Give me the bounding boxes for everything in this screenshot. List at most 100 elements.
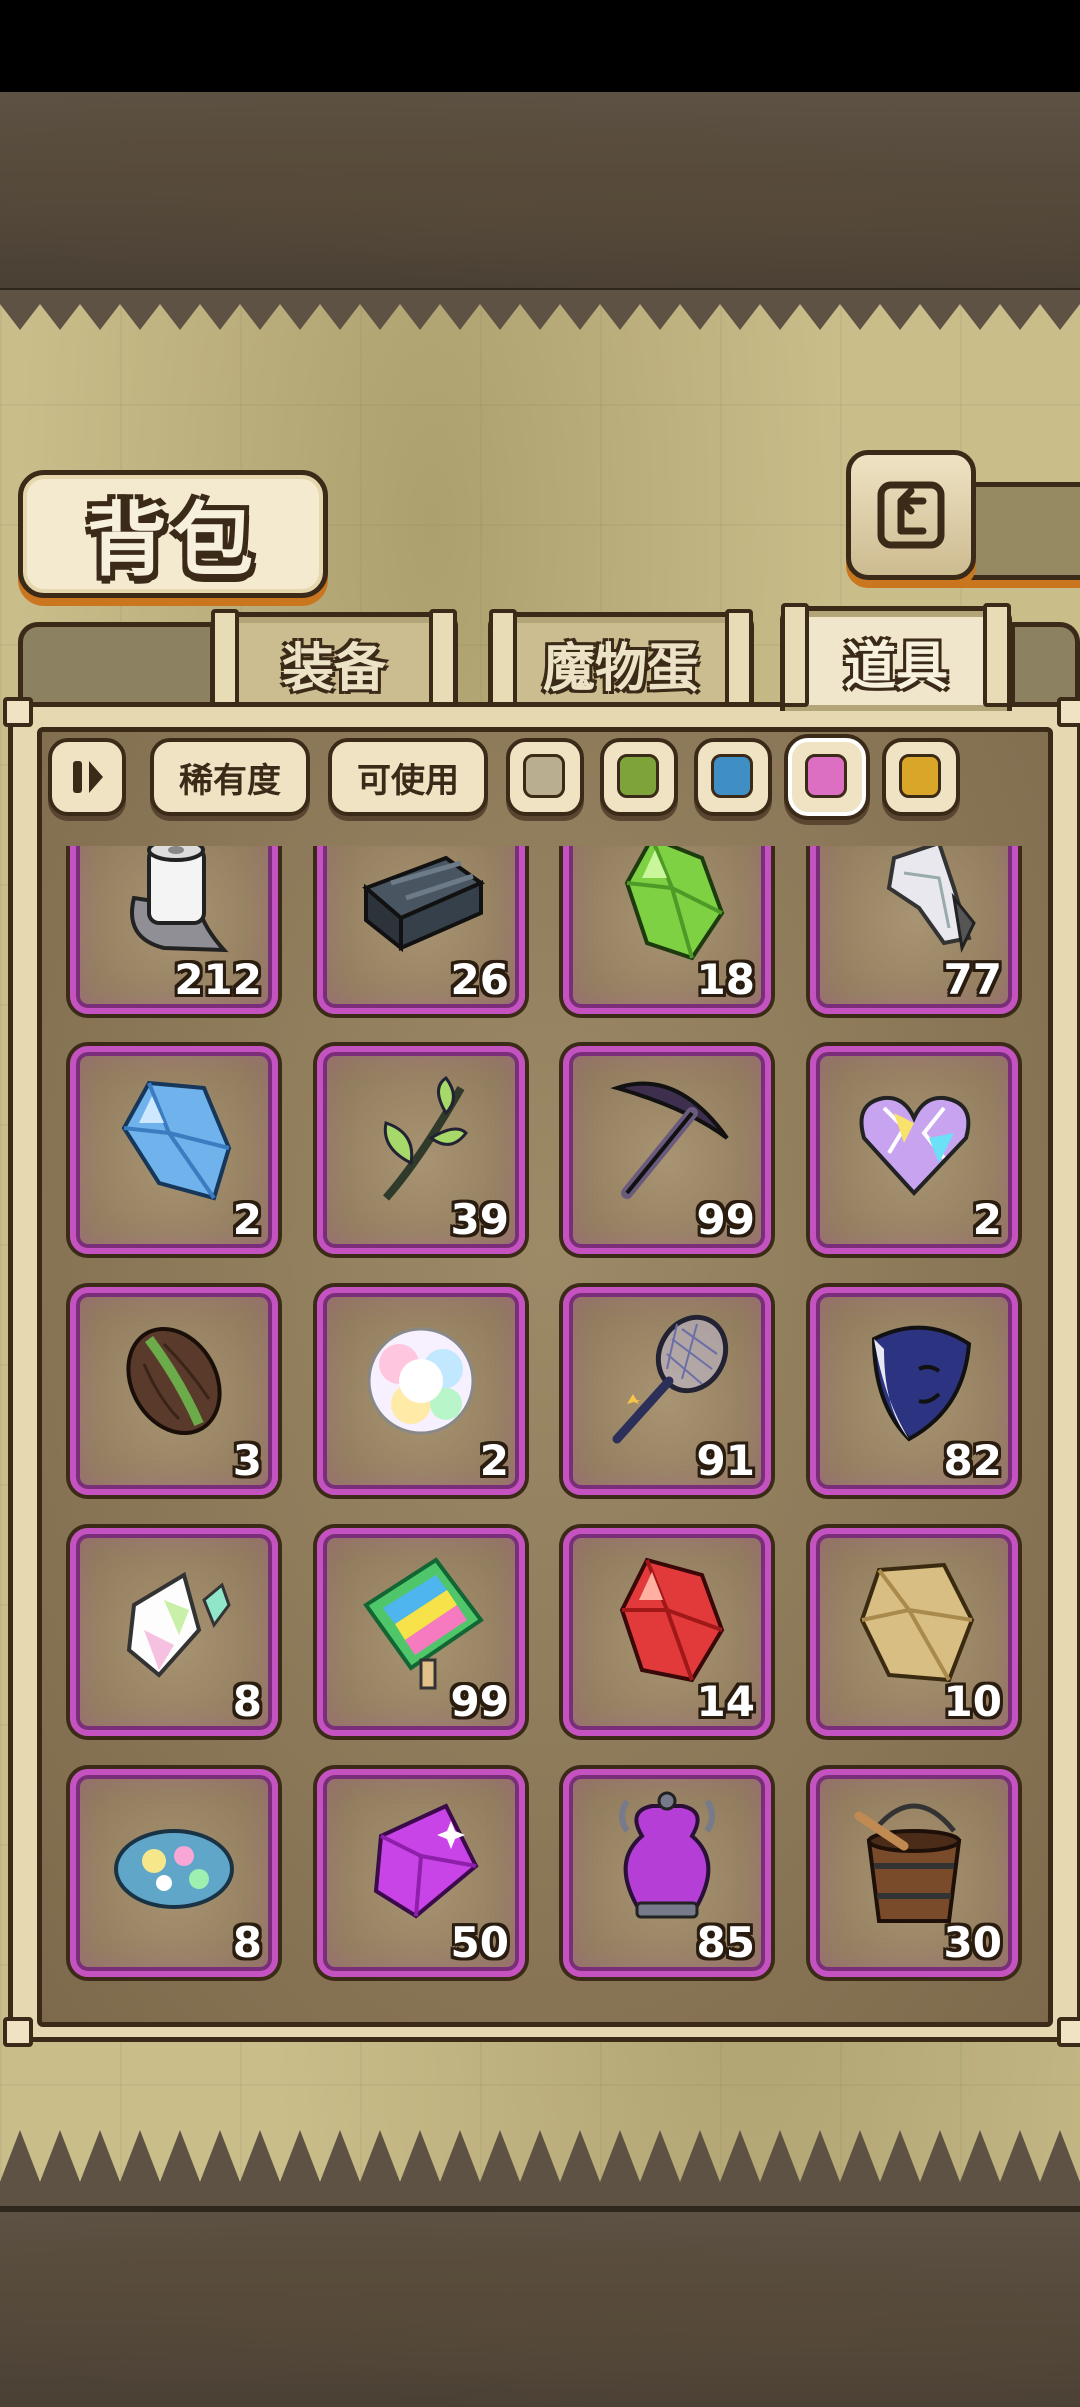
- wooden-bucket-icon: [854, 1803, 962, 1923]
- paper-roll-icon: [130, 846, 229, 953]
- tab-post: [489, 609, 517, 713]
- inventory-item-slot[interactable]: 8: [70, 1769, 278, 1977]
- usable-filter-label: 可使用: [357, 760, 459, 801]
- item-count: 2: [972, 1195, 1002, 1244]
- inventory-item-slot[interactable]: 30: [810, 1769, 1018, 1977]
- rarity-color-chip: [617, 754, 659, 798]
- item-count: 77: [943, 955, 1002, 1004]
- panel-corner: [3, 2017, 33, 2047]
- item-count: 14: [696, 1677, 755, 1726]
- rainbow-fluff-icon: [367, 1327, 475, 1435]
- pause-sort-icon: [73, 761, 103, 793]
- rainbow-heart-icon: [859, 1095, 971, 1196]
- item-count: 82: [943, 1436, 1002, 1485]
- pickaxe-icon: [610, 1081, 729, 1199]
- rarity-sort-label: 稀有度: [179, 760, 281, 801]
- silver-shard-icon: [886, 846, 976, 953]
- item-count: 2: [479, 1436, 509, 1485]
- item-count: 3: [232, 1436, 262, 1485]
- rainbow-popsicle-icon: [363, 1557, 484, 1690]
- item-grid: 212 26 18 77 2 39 99 2 3 2 91 82 8 99 14 10 8 50 85 30: [40, 846, 1040, 2014]
- prism-shard-icon: [126, 1571, 231, 1678]
- return-arrow-icon: [877, 481, 945, 549]
- filter-bar: 稀有度 可使用: [48, 738, 1048, 818]
- inventory-item-slot[interactable]: 82: [810, 1287, 1018, 1495]
- blue-crystal-icon: [121, 1080, 232, 1201]
- panel-corner: [1057, 2017, 1080, 2047]
- inventory-item-slot[interactable]: 77: [810, 846, 1018, 1014]
- rarity-filter-pink[interactable]: [788, 738, 866, 816]
- inventory-item-slot[interactable]: 85: [563, 1769, 771, 1977]
- rarity-color-chip: [523, 754, 565, 798]
- zigzag-border-top: [0, 290, 1080, 330]
- green-sprig-icon: [382, 1075, 468, 1201]
- item-count: 30: [943, 1918, 1002, 1967]
- rarity-sort-button[interactable]: 稀有度: [150, 738, 310, 816]
- item-count: 8: [232, 1677, 262, 1726]
- rarity-filter-gray[interactable]: [506, 738, 584, 816]
- rarity-filter-blue[interactable]: [694, 738, 772, 816]
- moon-mask-icon: [871, 1325, 972, 1442]
- page-title: 背包: [87, 493, 259, 587]
- inventory-item-slot[interactable]: 91: [563, 1287, 771, 1495]
- inventory-item-slot[interactable]: 212: [70, 846, 278, 1014]
- usable-filter-button[interactable]: 可使用: [328, 738, 488, 816]
- opal-stone-icon: [114, 1829, 234, 1909]
- inventory-item-slot[interactable]: 39: [317, 1046, 525, 1254]
- item-count: 8: [232, 1918, 262, 1967]
- green-crystal-icon: [624, 846, 725, 961]
- tab-items-label: 道具: [843, 635, 948, 697]
- tab-post: [781, 603, 809, 707]
- bug-net-icon: [612, 1314, 729, 1444]
- inventory-item-slot[interactable]: 18: [563, 846, 771, 1014]
- panel-corner: [1057, 697, 1080, 727]
- item-count: 99: [450, 1677, 509, 1726]
- rarity-filter-gold[interactable]: [882, 738, 960, 816]
- inventory-item-slot[interactable]: 26: [317, 846, 525, 1014]
- item-count: 212: [174, 955, 262, 1004]
- inventory-item-slot[interactable]: 8: [70, 1528, 278, 1736]
- inventory-item-slot[interactable]: 99: [317, 1528, 525, 1736]
- item-count: 50: [450, 1918, 509, 1967]
- tab-post: [429, 609, 457, 713]
- rarity-color-chip: [899, 754, 941, 798]
- tab-items[interactable]: 道具: [780, 603, 1012, 711]
- red-crystal-icon: [619, 1557, 725, 1683]
- item-count: 39: [450, 1195, 509, 1244]
- inventory-item-slot[interactable]: 2: [70, 1046, 278, 1254]
- tab-equipment[interactable]: 装备: [210, 609, 458, 713]
- item-count: 85: [696, 1918, 755, 1967]
- inventory-item-slot[interactable]: 3: [70, 1287, 278, 1495]
- rarity-filter-green[interactable]: [600, 738, 678, 816]
- potion-vase-icon: [619, 1791, 715, 1919]
- tab-post: [983, 603, 1011, 707]
- item-count: 26: [450, 955, 509, 1004]
- map-background-top: [0, 92, 1080, 294]
- tab-monster-eggs[interactable]: 魔物蛋: [488, 609, 754, 713]
- inventory-item-slot[interactable]: 10: [810, 1528, 1018, 1736]
- rarity-color-chip: [711, 754, 753, 798]
- tab-rail-left: [18, 622, 218, 713]
- page-title-plate: 背包: [18, 470, 328, 598]
- tab-monster-eggs-label: 魔物蛋: [542, 637, 699, 699]
- gold-ore-icon: [859, 1562, 975, 1683]
- purple-gem-icon: [373, 1803, 479, 1919]
- inventory-item-slot[interactable]: 2: [810, 1046, 1018, 1254]
- item-count: 99: [696, 1195, 755, 1244]
- sort-toggle-button[interactable]: [48, 738, 126, 816]
- tab-equipment-label: 装备: [281, 637, 386, 699]
- back-button[interactable]: [846, 450, 976, 580]
- inventory-item-slot[interactable]: 50: [317, 1769, 525, 1977]
- map-background-bottom: [0, 2206, 1080, 2407]
- inventory-item-slot[interactable]: 2: [317, 1287, 525, 1495]
- item-count: 2: [232, 1195, 262, 1244]
- panel-corner: [3, 697, 33, 727]
- tab-post: [725, 609, 753, 713]
- tab-post: [211, 609, 239, 713]
- steel-bars-icon: [362, 855, 486, 953]
- cocoa-bean-icon: [126, 1326, 222, 1436]
- inventory-item-slot[interactable]: 14: [563, 1528, 771, 1736]
- zigzag-border-bottom: [0, 2130, 1080, 2210]
- item-count: 91: [696, 1436, 755, 1485]
- inventory-item-slot[interactable]: 99: [563, 1046, 771, 1254]
